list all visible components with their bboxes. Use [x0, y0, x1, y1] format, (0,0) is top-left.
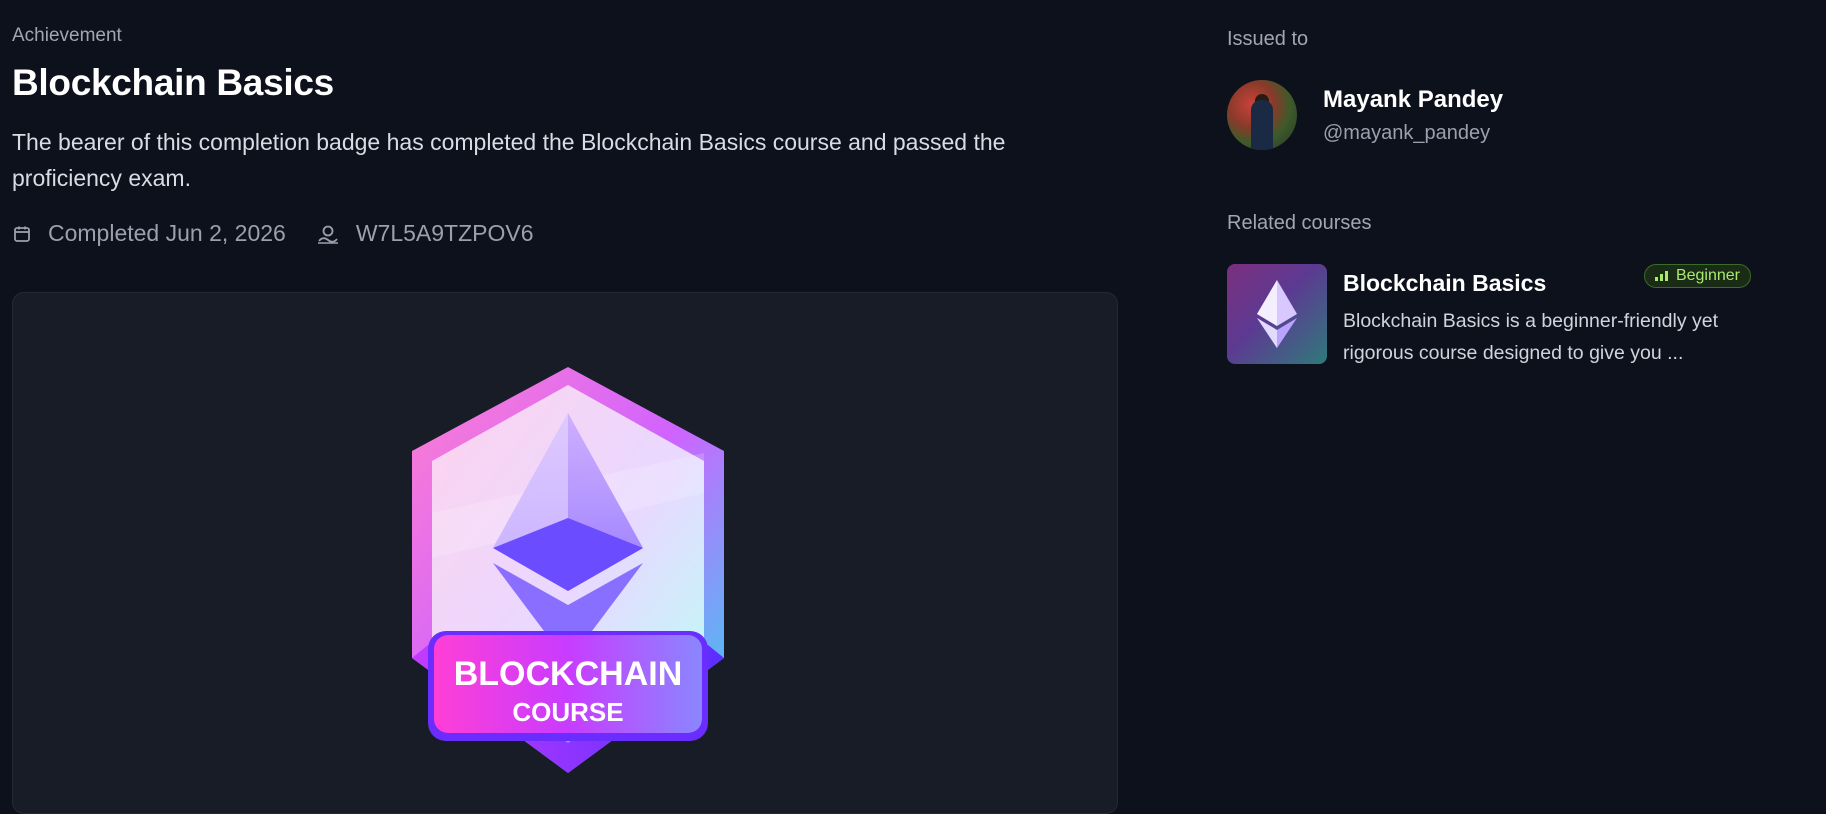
level-badge: Beginner	[1643, 264, 1751, 288]
eyebrow-label: Achievement	[12, 25, 122, 46]
course-thumbnail[interactable]	[1227, 264, 1327, 364]
page-title: Blockchain Basics	[12, 62, 334, 103]
avatar[interactable]	[1227, 80, 1297, 150]
calendar-icon	[14, 226, 30, 242]
course-description: Blockchain Basics is a beginner-friendly…	[1343, 310, 1719, 364]
badge-line2: COURSE	[512, 697, 623, 727]
user-handle: @mayank_pandey	[1323, 121, 1491, 144]
completed-date-text: Completed Jun 2, 2026	[48, 220, 286, 246]
blockchain-badge-image: BLOCKCHAIN COURSE	[412, 367, 724, 773]
issued-user[interactable]: Mayank Pandey @mayank_pandey	[1227, 80, 1503, 150]
achievement-meta: Completed Jun 2, 2026 W7L5A9TZPOV6	[12, 220, 564, 247]
signal-bars-icon	[1654, 271, 1670, 281]
ethereum-icon	[1257, 280, 1297, 348]
credential-icon	[317, 225, 338, 244]
level-badge-text: Beginner	[1675, 267, 1740, 284]
achievement-description: The bearer of this completion badge has …	[12, 129, 1006, 191]
completed-date: Completed Jun 2, 2026	[12, 220, 286, 247]
related-course-card[interactable]: Blockchain Basics Beginner Blockchain Ba…	[1227, 264, 1751, 369]
badge-line1: BLOCKCHAIN	[454, 655, 683, 693]
related-courses-label: Related courses	[1227, 212, 1372, 234]
badge-panel: BLOCKCHAIN COURSE	[12, 292, 1118, 814]
user-name[interactable]: Mayank Pandey	[1323, 86, 1503, 114]
issued-to-label: Issued to	[1227, 28, 1309, 50]
credential-id-text: W7L5A9TZPOV6	[355, 220, 534, 246]
credential-id: W7L5A9TZPOV6	[316, 220, 534, 247]
